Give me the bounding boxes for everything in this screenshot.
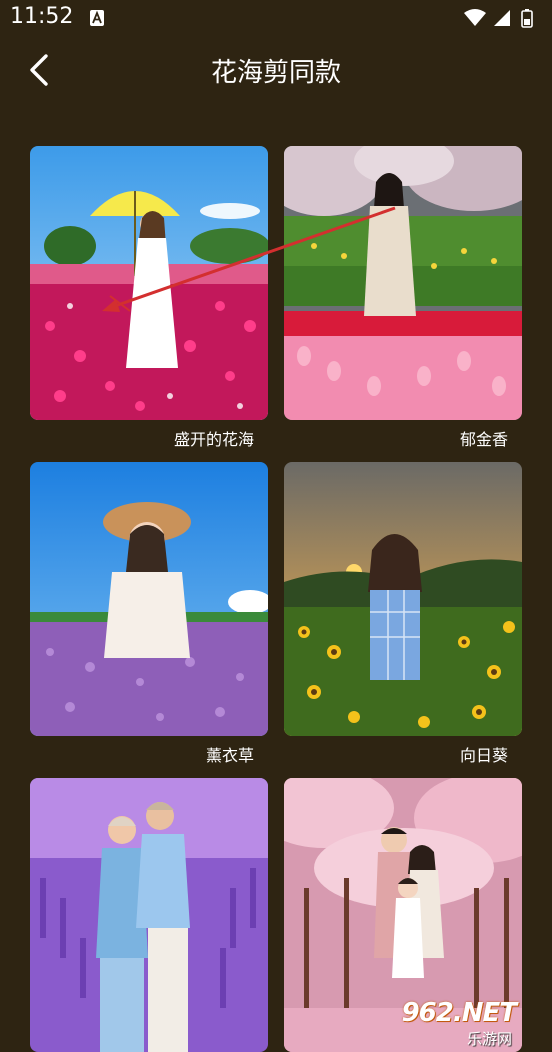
header: 花海剪同款 — [0, 38, 552, 102]
status-icons — [464, 9, 533, 28]
template-thumbnail — [30, 146, 268, 420]
wifi-icon — [464, 9, 486, 26]
notification-a-icon — [90, 10, 104, 26]
battery-icon — [521, 9, 533, 28]
template-label: 盛开的花海 — [173, 430, 254, 449]
page-title: 花海剪同款 — [210, 58, 341, 88]
status-bar: 11:52 — [0, 0, 552, 38]
template-label: 薰衣草 — [205, 746, 254, 765]
watermark-logo: 962.NET 乐游网 — [388, 998, 517, 1048]
signal-icon — [494, 10, 510, 26]
status-time: 11:52 — [10, 4, 74, 29]
template-thumbnail: 962.NET 乐游网 — [284, 778, 522, 1052]
template-thumbnail — [30, 462, 268, 736]
template-thumbnail — [284, 462, 522, 736]
watermark-brand: 962.NET — [401, 998, 517, 1028]
template-label: 向日葵 — [459, 746, 508, 765]
template-label: 郁金香 — [459, 430, 508, 449]
template-thumbnail — [30, 778, 268, 1052]
template-thumbnail — [284, 146, 522, 420]
watermark-site: 乐游网 — [466, 1030, 512, 1048]
